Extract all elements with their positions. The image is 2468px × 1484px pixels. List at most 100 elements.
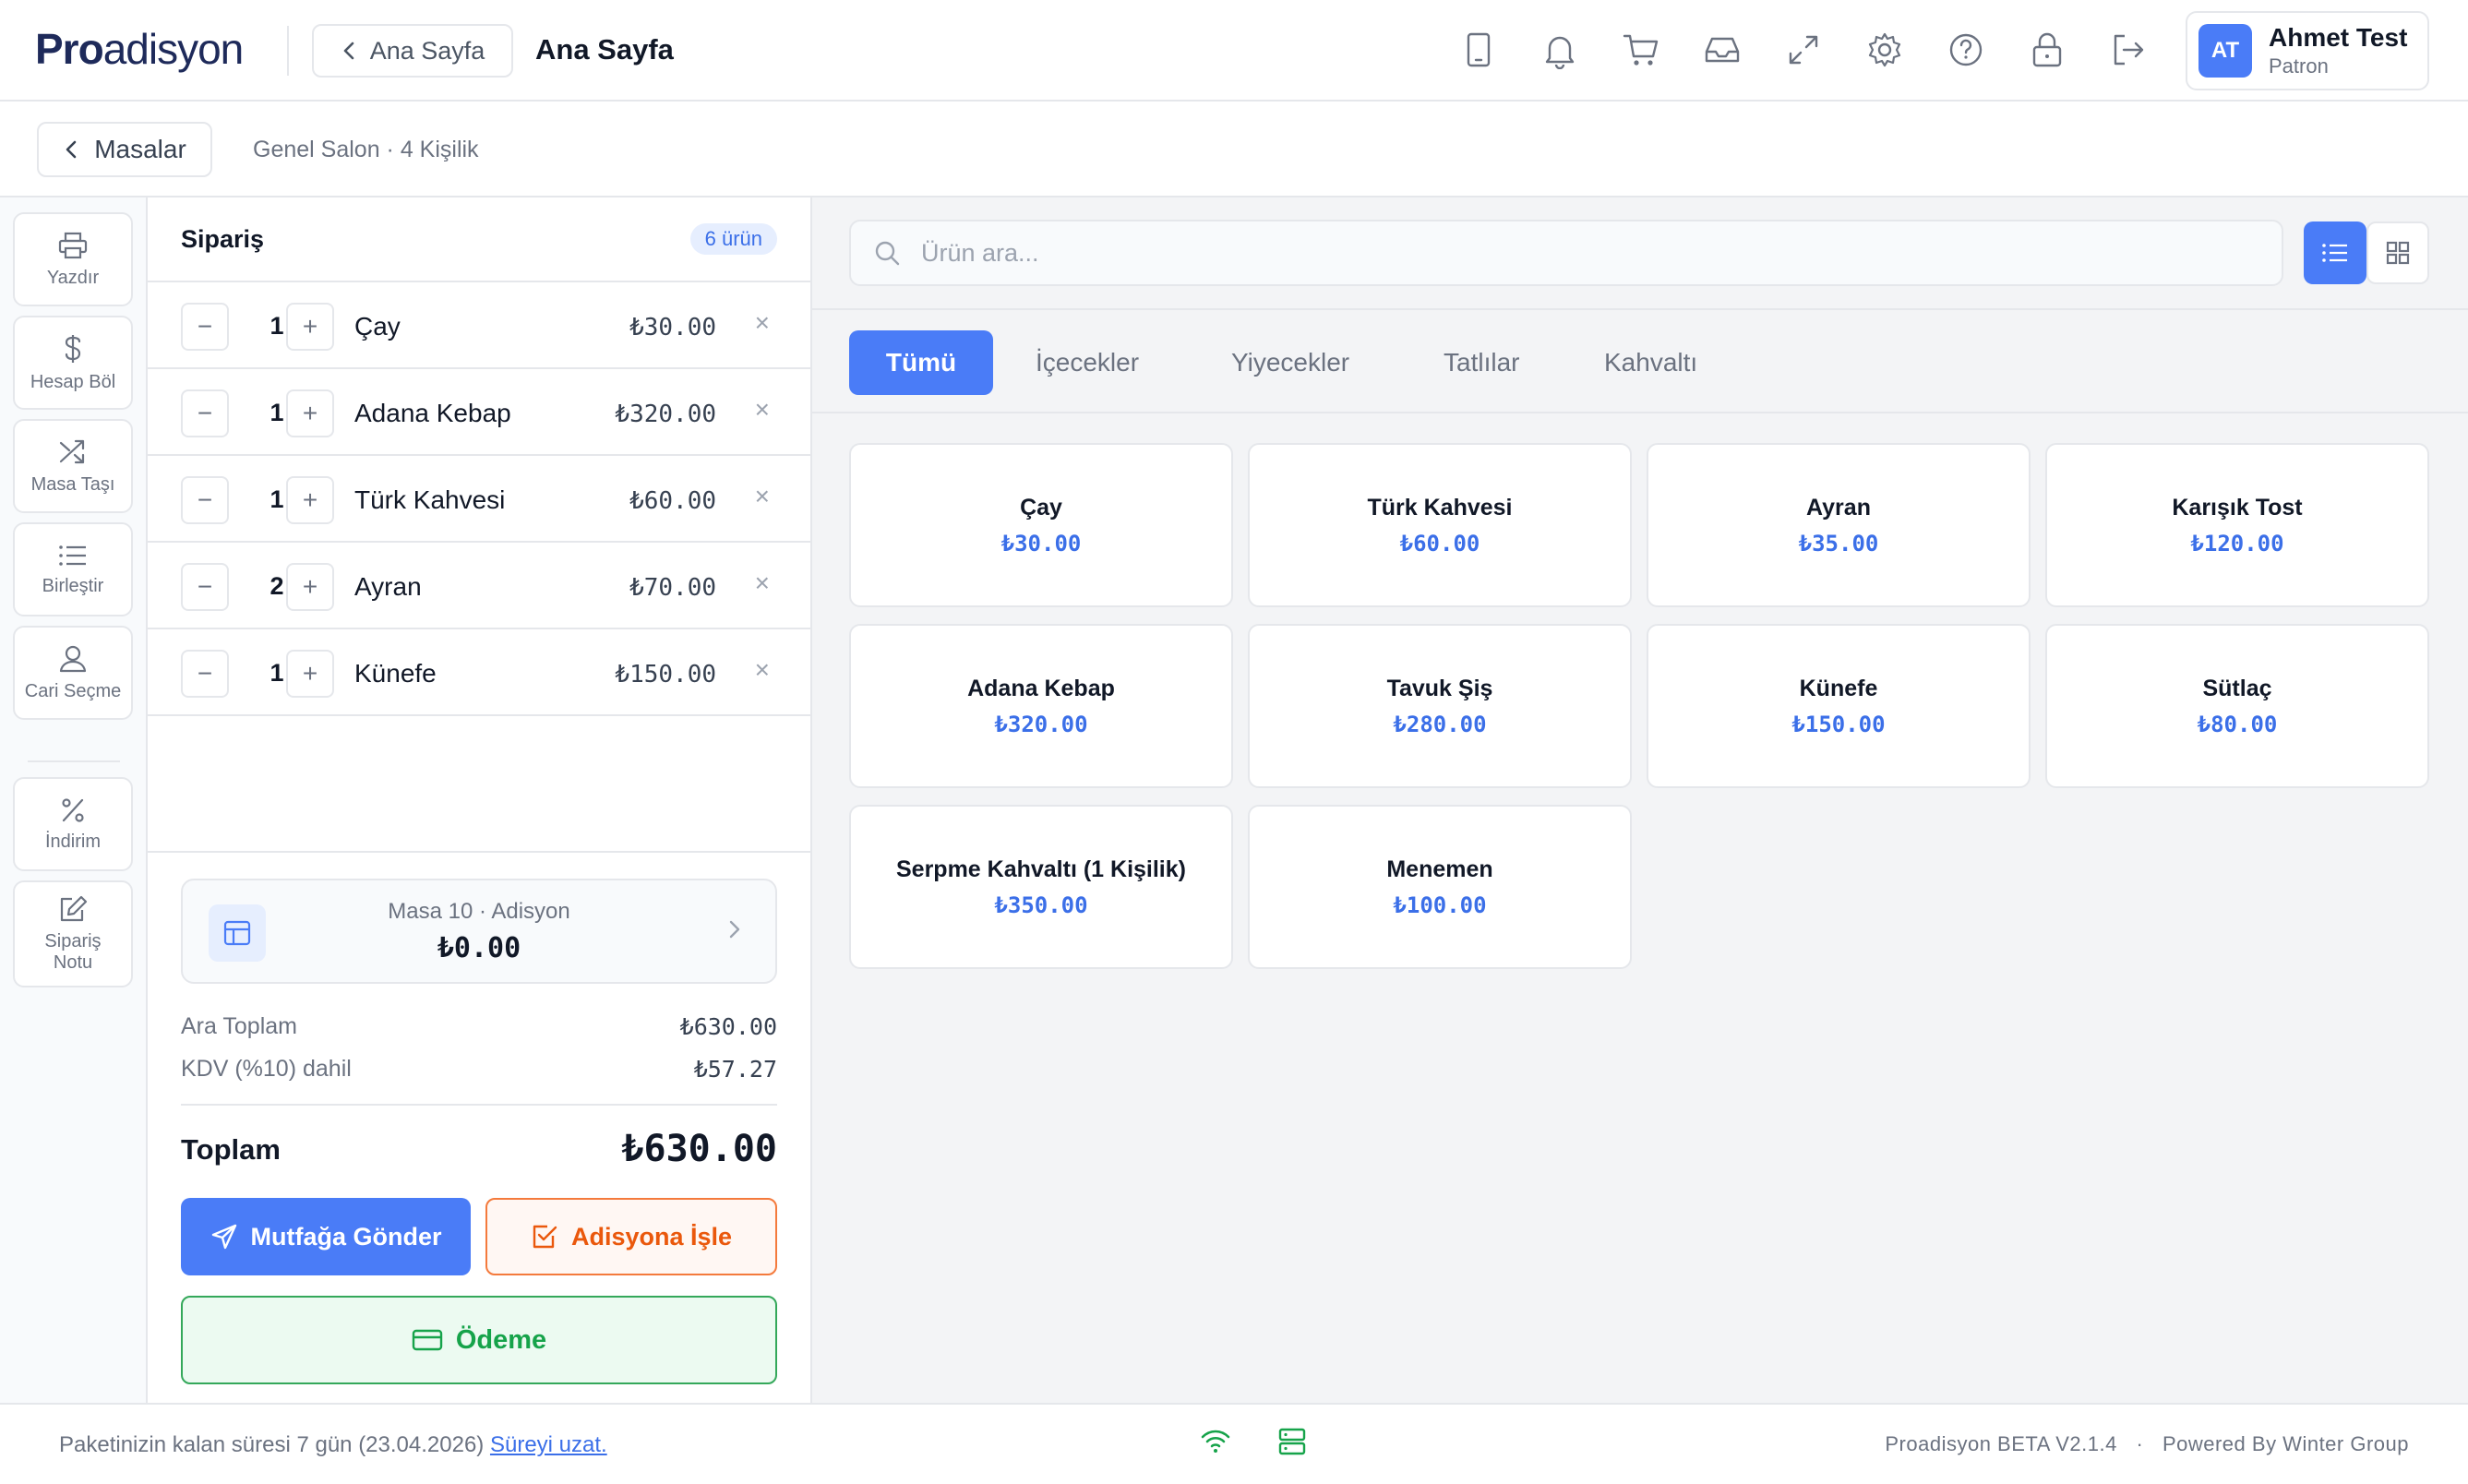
payment-button[interactable]: Ödeme	[181, 1296, 777, 1384]
tab-drinks[interactable]: İçecekler	[1036, 330, 1139, 395]
tools-divider	[28, 760, 120, 762]
product-card[interactable]: Künefe ₺150.00	[1647, 624, 2031, 788]
printer-icon	[57, 231, 89, 260]
cart-icon[interactable]	[1621, 28, 1661, 72]
split-bill-button[interactable]: Hesap Böl	[13, 316, 133, 410]
decrease-qty-button[interactable]: −	[181, 389, 229, 437]
remove-item-icon[interactable]: ×	[755, 395, 770, 425]
remove-item-icon[interactable]: ×	[755, 482, 770, 511]
increase-qty-button[interactable]: +	[286, 563, 334, 611]
adisyon-card[interactable]: Masa 10 · Adisyon ₺0.00	[181, 879, 777, 984]
connection-status	[1200, 1427, 1307, 1456]
inbox-icon[interactable]	[1702, 28, 1743, 72]
increase-qty-button[interactable]: +	[286, 303, 334, 351]
item-price: ₺150.00	[615, 661, 716, 688]
total-label: Toplam	[181, 1133, 281, 1166]
order-note-button[interactable]: Sipariş Notu	[13, 880, 133, 987]
help-icon[interactable]	[1946, 28, 1986, 72]
remove-item-icon[interactable]: ×	[755, 568, 770, 598]
send-to-kitchen-button[interactable]: Mutfağa Gönder	[181, 1198, 471, 1275]
send-to-kitchen-label: Mutfağa Gönder	[250, 1222, 442, 1251]
product-card[interactable]: Türk Kahvesi ₺60.00	[1248, 443, 1632, 607]
package-remaining-text: Paketinizin kalan süresi 7 gün (23.04.20…	[59, 1432, 485, 1457]
product-card[interactable]: Sütlaç ₺80.00	[2045, 624, 2429, 788]
product-card[interactable]: Ayran ₺35.00	[1647, 443, 2031, 607]
tab-breakfast[interactable]: Kahvaltı	[1604, 330, 1697, 395]
search-input[interactable]	[921, 238, 2213, 268]
back-to-tables-button[interactable]: Masalar	[37, 122, 212, 177]
item-count-badge: 6 ürün	[689, 223, 777, 255]
gear-icon[interactable]	[1864, 28, 1905, 72]
merge-button[interactable]: Birleştir	[13, 522, 133, 616]
proadisyon-logo[interactable]: Pro adisyon	[35, 20, 244, 78]
decrease-qty-button[interactable]: −	[181, 563, 229, 611]
tax-label: KDV (%10) dahil	[181, 1056, 352, 1082]
product-name: Sütlaç	[2202, 675, 2272, 701]
item-name: Künefe	[354, 659, 437, 688]
user-menu[interactable]: AT Ahmet Test Patron	[2186, 11, 2429, 90]
print-button[interactable]: Yazdır	[13, 212, 133, 306]
increase-qty-button[interactable]: +	[286, 476, 334, 524]
tab-all[interactable]: Tümü	[849, 330, 993, 395]
back-to-home-button[interactable]: Ana Sayfa	[312, 24, 513, 78]
extend-subscription-link[interactable]: Süreyi uzat.	[490, 1432, 607, 1457]
remove-item-icon[interactable]: ×	[755, 655, 770, 685]
decrease-qty-button[interactable]: −	[181, 303, 229, 351]
product-card[interactable]: Menemen ₺100.00	[1248, 805, 1632, 969]
tablet-icon[interactable]	[1458, 28, 1499, 72]
move-table-button[interactable]: Masa Taşı	[13, 419, 133, 513]
product-name: Künefe	[1799, 675, 1878, 701]
item-name: Türk Kahvesi	[354, 485, 506, 514]
order-line: − 1 + Künefe ₺150.00 ×	[148, 629, 810, 716]
product-name: Çay	[1020, 494, 1062, 521]
item-price: ₺70.00	[629, 574, 716, 602]
discount-button[interactable]: İndirim	[13, 777, 133, 871]
logout-icon[interactable]	[2108, 28, 2149, 72]
product-name: Türk Kahvesi	[1367, 494, 1513, 521]
lock-icon[interactable]	[2027, 28, 2067, 72]
product-card[interactable]: Tavuk Şiş ₺280.00	[1248, 624, 1632, 788]
remove-item-icon[interactable]: ×	[755, 308, 770, 338]
server-icon	[1277, 1427, 1307, 1456]
percent-icon	[59, 796, 87, 824]
order-line: − 1 + Adana Kebap ₺320.00 ×	[148, 369, 810, 456]
product-price: ₺35.00	[1798, 530, 1879, 556]
user-role: Patron	[2269, 54, 2329, 78]
tax-value: ₺57.27	[693, 1056, 777, 1083]
tab-foods[interactable]: Yiyecekler	[1231, 330, 1349, 395]
bell-icon[interactable]	[1540, 28, 1580, 72]
avatar: AT	[2198, 24, 2252, 78]
increase-qty-button[interactable]: +	[286, 650, 334, 698]
decrease-qty-button[interactable]: −	[181, 476, 229, 524]
decrease-qty-button[interactable]: −	[181, 650, 229, 698]
order-line: − 1 + Türk Kahvesi ₺60.00 ×	[148, 456, 810, 543]
product-card[interactable]: Karışık Tost ₺120.00	[2045, 443, 2429, 607]
order-line: − 1 + Çay ₺30.00 ×	[148, 282, 810, 369]
select-account-button[interactable]: Cari Seçme	[13, 626, 133, 720]
expand-icon[interactable]	[1783, 28, 1824, 72]
item-price: ₺60.00	[629, 487, 716, 515]
select-account-label: Cari Seçme	[24, 680, 122, 701]
products-panel: Tümü İçecekler Yiyecekler Tatlılar Kahva…	[812, 197, 2468, 1403]
powered-by-text: Powered By Winter Group	[2162, 1432, 2409, 1455]
product-card[interactable]: Adana Kebap ₺320.00	[849, 624, 1233, 788]
total-value: ₺630.00	[621, 1128, 777, 1170]
product-card[interactable]: Serpme Kahvaltı (1 Kişilik) ₺350.00	[849, 805, 1233, 969]
order-panel: Sipariş 6 ürün − 1 + Çay ₺30.00 × − 1 + …	[148, 197, 812, 1403]
product-name: Ayran	[1806, 494, 1871, 521]
subtotal-label: Ara Toplam	[181, 1013, 297, 1039]
process-adisyon-button[interactable]: Adisyona İşle	[485, 1198, 777, 1275]
product-name: Adana Kebap	[967, 675, 1115, 701]
category-tabs: Tümü İçecekler Yiyecekler Tatlılar Kahva…	[812, 308, 2468, 413]
tab-desserts[interactable]: Tatlılar	[1444, 330, 1519, 395]
product-card[interactable]: Çay ₺30.00	[849, 443, 1233, 607]
product-name: Serpme Kahvaltı (1 Kişilik)	[895, 856, 1186, 882]
increase-qty-button[interactable]: +	[286, 389, 334, 437]
footer-separator: ·	[2136, 1432, 2144, 1455]
chevron-left-icon	[63, 139, 79, 160]
product-price: ₺120.00	[2190, 530, 2284, 556]
adisyon-label: Masa 10 · Adisyon	[388, 899, 570, 924]
grid-view-button[interactable]	[2366, 221, 2429, 284]
list-view-button[interactable]	[2304, 221, 2366, 284]
page-title: Ana Sayfa	[535, 33, 674, 66]
